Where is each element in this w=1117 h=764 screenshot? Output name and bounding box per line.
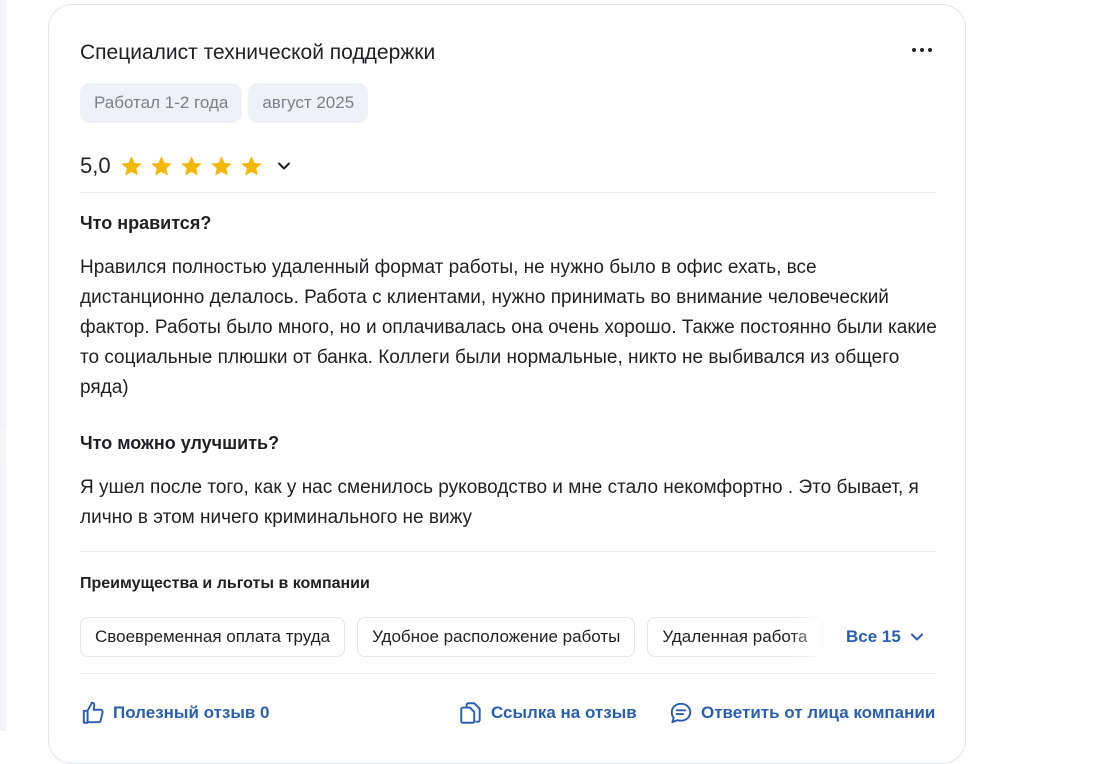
copy-link-icon: [460, 702, 481, 724]
see-all-label: Все 15: [846, 627, 901, 646]
benefit-chip[interactable]: Удобное расположение работы: [357, 617, 636, 657]
more-dot: [928, 48, 932, 52]
helpful-label: Полезный отзыв 0: [113, 703, 270, 722]
rating-row: 5,0: [80, 151, 294, 181]
left-strip-segment-bottom: [0, 462, 6, 731]
improve-text: Я ушел после того, как у нас сменилось р…: [80, 477, 919, 528]
benefits-chips: Своевременная оплата труда Удобное распо…: [80, 617, 840, 657]
review-tags: Работал 1-2 года август 2025: [80, 83, 369, 123]
copy-link-button[interactable]: Ссылка на отзыв: [458, 698, 637, 728]
star-icon: [210, 155, 232, 175]
thumbs-up-icon: [82, 701, 104, 724]
divider: [80, 673, 936, 674]
see-all-benefits-button[interactable]: Все 15: [846, 625, 925, 649]
review-title: Специалист технической поддержки: [80, 41, 436, 64]
tag-tenure: Работал 1-2 года: [80, 83, 243, 123]
reply-as-company-button[interactable]: Ответить от лица компании: [668, 698, 935, 728]
chevron-down-icon: [910, 633, 923, 641]
left-strip-segment-top: [0, 0, 6, 428]
divider: [80, 192, 936, 193]
divider: [80, 551, 936, 552]
benefit-chip[interactable]: Своевременная оплата труда: [80, 617, 346, 657]
rating-expand-button[interactable]: [274, 156, 294, 176]
benefit-chip[interactable]: Удаленная работа: [647, 617, 823, 657]
likes-text: Нравился полностью удаленный формат рабо…: [80, 257, 937, 398]
benefits-title: Преимущества и льготы в компании: [80, 575, 370, 592]
left-background-strip: [0, 0, 6, 731]
rating-value: 5,0: [80, 153, 111, 178]
chevron-down-icon: [277, 162, 290, 170]
star-icon: [180, 155, 202, 175]
review-card: Специалист технической поддержки Работал…: [48, 4, 966, 764]
improve-heading: Что можно улучшить?: [80, 433, 280, 453]
more-options-button[interactable]: [907, 37, 937, 63]
link-label: Ссылка на отзыв: [491, 703, 637, 722]
likes-heading: Что нравится?: [80, 213, 212, 233]
rating-stars: [119, 154, 264, 179]
more-dot: [920, 48, 924, 52]
helpful-review-button[interactable]: Полезный отзыв 0: [80, 698, 270, 728]
tag-date: август 2025: [248, 83, 369, 123]
star-icon: [240, 155, 262, 175]
reply-label: Ответить от лица компании: [701, 703, 936, 722]
more-dot: [912, 48, 916, 52]
star-icon: [150, 155, 172, 175]
chat-bubble-icon: [670, 702, 692, 724]
star-icon: [120, 155, 142, 175]
